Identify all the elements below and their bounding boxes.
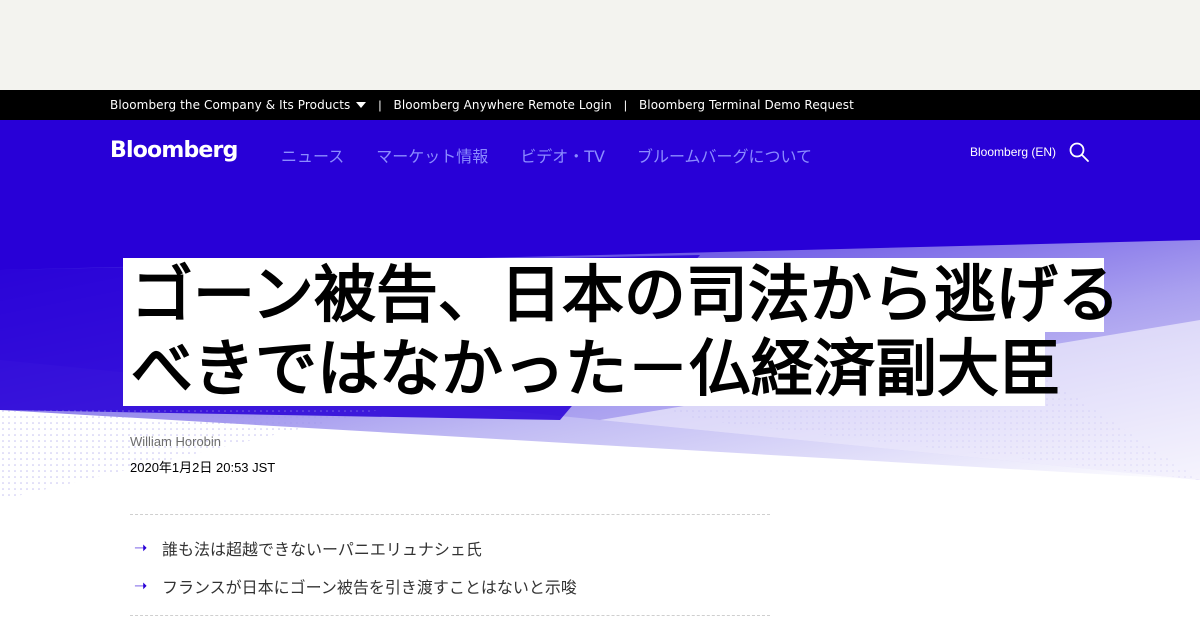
nav-markets[interactable]: マーケット情報 [376,143,488,167]
arrow-right-icon: ➝ [134,540,148,557]
headline-line-2: べきではなかった－仏経済副大臣 [123,332,1061,406]
main-nav: ニュース マーケット情報 ビデオ・TV ブルームバーグについて [281,143,812,167]
summary-text: 誰も法は超越できないーパニエリュナシェ氏 [162,540,482,559]
headline-line-1: ゴーン被告、日本の司法から逃げる [123,258,1120,332]
nav-news[interactable]: ニュース [281,143,344,167]
search-icon[interactable] [1068,141,1090,163]
author-link[interactable]: William Horobin [130,434,221,449]
divider: | [623,98,627,112]
arrow-right-icon: ➝ [134,578,148,595]
company-products-menu[interactable]: Bloomberg the Company & Its Products [110,98,367,112]
ad-slot [0,0,1200,90]
nav-video-tv[interactable]: ビデオ・TV [520,143,605,167]
chevron-down-icon [356,101,367,108]
nav-about[interactable]: ブルームバーグについて [637,143,812,167]
region-switch-link[interactable]: Bloomberg (EN) [970,145,1056,159]
anywhere-remote-login-link[interactable]: Bloomberg Anywhere Remote Login [394,98,612,112]
headline: ゴーン被告、日本の司法から逃げる べきではなかった－仏経済副大臣 [123,258,1123,406]
list-item: ➝ フランスが日本にゴーン被告を引き渡すことはないと示唆 [130,567,770,605]
summary-text: フランスが日本にゴーン被告を引き渡すことはないと示唆 [162,578,577,597]
terminal-demo-request-link[interactable]: Bloomberg Terminal Demo Request [639,98,854,112]
bloomberg-logo[interactable]: Bloomberg [110,138,238,163]
publish-datetime: 2020年1月2日 20:53 JST [130,460,276,475]
list-item: ➝ 誰も法は超越できないーパニエリュナシェ氏 [130,529,770,567]
top-utility-bar: Bloomberg the Company & Its Products | B… [0,90,1200,120]
divider: | [378,98,382,112]
summary-list: ➝ 誰も法は超越できないーパニエリュナシェ氏 ➝ フランスが日本にゴーン被告を引… [130,514,770,616]
company-products-label: Bloomberg the Company & Its Products [110,98,351,112]
